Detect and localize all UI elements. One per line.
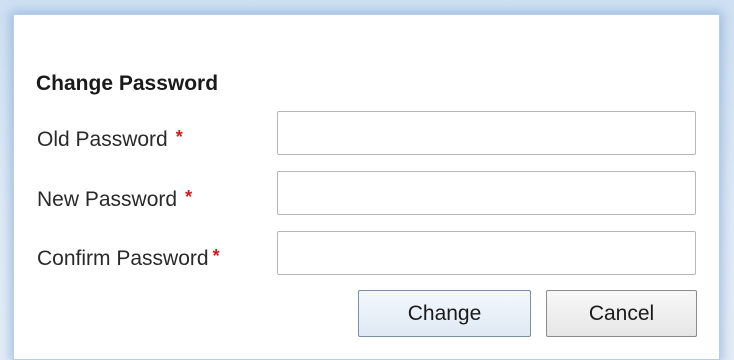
confirm-password-label-text: Confirm Password bbox=[37, 247, 209, 270]
new-password-input[interactable] bbox=[277, 171, 696, 215]
required-asterisk: * bbox=[212, 246, 220, 266]
confirm-password-input[interactable] bbox=[277, 231, 696, 275]
new-password-label-text: New Password bbox=[37, 188, 178, 211]
dialog-title: Change Password bbox=[36, 72, 219, 95]
change-password-dialog: Change Password Old Password * New Passwo… bbox=[13, 14, 720, 360]
change-button[interactable]: Change bbox=[358, 290, 531, 337]
required-asterisk: * bbox=[175, 127, 183, 147]
window-frame: Change Password Old Password * New Passwo… bbox=[0, 0, 734, 360]
old-password-label-text: Old Password bbox=[37, 128, 168, 151]
old-password-label: Old Password * bbox=[37, 127, 183, 153]
new-password-label: New Password * bbox=[37, 187, 192, 213]
required-asterisk: * bbox=[185, 187, 193, 207]
confirm-password-label: Confirm Password * bbox=[37, 246, 220, 272]
cancel-button[interactable]: Cancel bbox=[546, 290, 697, 337]
old-password-input[interactable] bbox=[277, 111, 696, 155]
